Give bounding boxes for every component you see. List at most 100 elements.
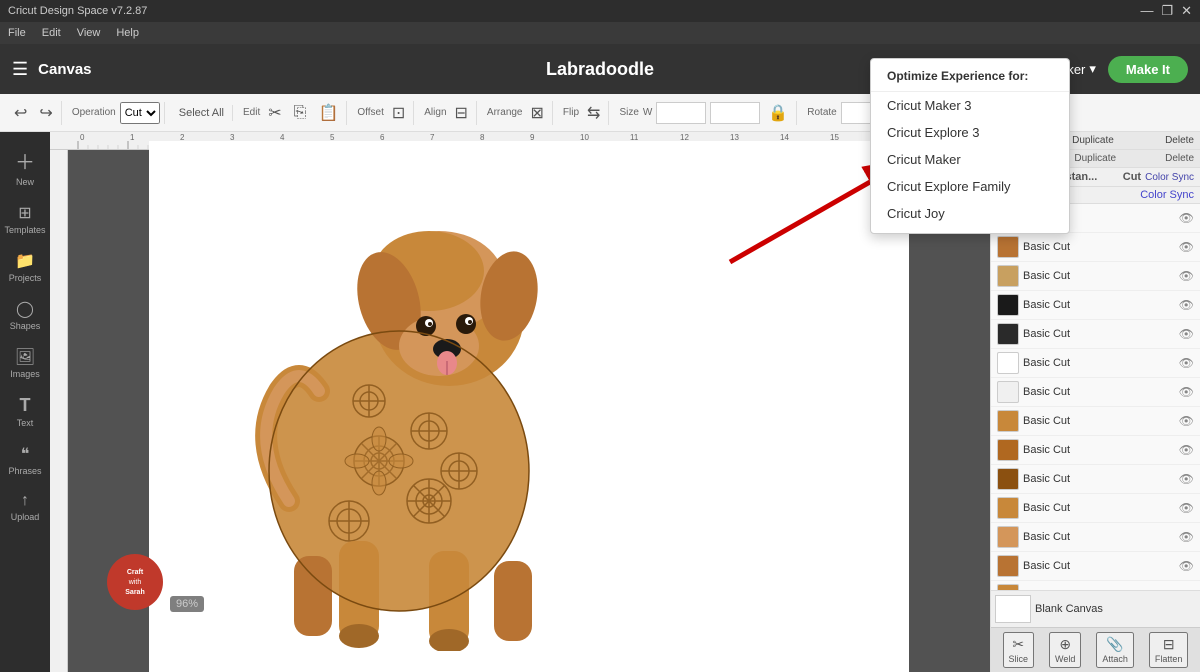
hamburger-btn[interactable]: ☰ [12,59,28,80]
machine-option[interactable]: Cricut Joy [871,200,1069,227]
layer-label: Basic Cut [1023,560,1175,572]
layer-item[interactable]: Basic Cut👁 [991,436,1200,465]
lock-proportions-btn[interactable]: 🔒 [764,101,792,125]
layer-item[interactable]: Basic Cut👁 [991,291,1200,320]
layer-visibility-icon[interactable]: 👁 [1179,530,1194,544]
layer-visibility-icon[interactable]: 👁 [1179,356,1194,370]
slice-action-btn[interactable]: ✂ Slice [1003,632,1035,668]
sidebar-item-templates[interactable]: ⊞ Templates [3,197,47,241]
sidebar-item-new[interactable]: ＋ New [3,140,47,193]
menu-help[interactable]: Help [116,27,139,39]
layer-visibility-icon[interactable]: 👁 [1179,414,1194,428]
size-label: Size [619,107,638,118]
machine-dropdown[interactable]: Optimize Experience for: Cricut Maker 3C… [870,58,1070,234]
weld-action-btn[interactable]: ⊕ Weld [1049,632,1081,668]
offset-group: Offset ⊡ [353,101,414,125]
layer-color-swatch [997,294,1019,316]
edit-label: Edit [243,107,260,118]
select-all-button[interactable]: Select All [175,105,228,121]
svg-text:Sarah: Sarah [125,589,144,596]
layer-item[interactable]: Basic Cut 👁 [991,523,1200,552]
flip-label: Flip [563,107,579,118]
menu-edit[interactable]: Edit [42,27,61,39]
copy-button[interactable]: ⎘ [290,102,311,124]
canvas-background[interactable] [68,150,990,672]
restore-btn[interactable]: ❐ [1161,3,1173,19]
sidebar-item-text[interactable]: T Text [3,389,47,434]
machine-option[interactable]: Cricut Maker [871,146,1069,173]
layer-item[interactable]: Basic Cut 👁 [991,320,1200,349]
machine-option[interactable]: Cricut Explore 3 [871,119,1069,146]
layer-item[interactable]: Basic Cut👁 [991,494,1200,523]
duplicate-button[interactable]: Duplicate [1072,135,1114,146]
machine-option[interactable]: Cricut Maker 3 [871,92,1069,119]
dog-image [229,161,569,651]
sidebar-item-images[interactable]: 🖼 Images [3,341,47,385]
canvas-area[interactable]: 01234567891011121314151617181920 [50,132,990,672]
arrange-button[interactable]: ⊠ [527,101,548,125]
delete-button[interactable]: Delete [1165,135,1194,146]
layer-visibility-icon[interactable]: 👁 [1179,269,1194,283]
layer-label: Basic Cut [1023,531,1175,543]
layer-visibility-icon[interactable]: 👁 [1179,501,1194,515]
arrange-label: Arrange [487,107,523,118]
offset-button[interactable]: ⊡ [388,101,409,125]
make-it-button[interactable]: Make It [1108,56,1188,83]
zoom-indicator: 96% [170,596,204,612]
height-input[interactable] [710,102,760,124]
flatten-action-btn[interactable]: ⊟ Flatten [1149,632,1189,668]
project-title: Labradoodle [546,59,654,80]
align-label: Align [424,107,446,118]
machine-option[interactable]: Cricut Explore Family [871,173,1069,200]
layer-color-swatch [997,323,1019,345]
layer-item[interactable]: Basic Cut👁 [991,581,1200,590]
svg-text:1: 1 [130,133,135,142]
white-canvas[interactable] [149,141,909,672]
app-title-text: Cricut Design Space v7.2.87 [8,5,147,17]
menu-file[interactable]: File [8,27,26,39]
layer-color-swatch [997,236,1019,258]
layer-visibility-icon[interactable]: 👁 [1179,385,1194,399]
minimize-btn[interactable]: — [1140,3,1153,19]
sidebar-item-projects[interactable]: 📁 Projects [3,245,47,289]
layer-label: Basic Cut [1023,328,1175,340]
redo-button[interactable]: ↪ [35,101,56,125]
panel-footer: Blank Canvas [991,590,1200,627]
layer-visibility-icon[interactable]: 👁 [1179,327,1194,341]
paste-button[interactable]: 📋 [314,101,342,125]
undo-button[interactable]: ↩ [10,101,31,125]
window-controls: — ❐ ✕ [1140,3,1192,19]
layer-visibility-icon[interactable]: 👁 [1179,472,1194,486]
layer-visibility-icon[interactable]: 👁 [1179,443,1194,457]
align-group: Align ⊟ [420,101,477,125]
layer-item[interactable]: Basic Cut👁 [991,378,1200,407]
layer-item[interactable]: Basic Cut👁 [991,262,1200,291]
align-button[interactable]: ⊟ [451,101,472,125]
layer-color-swatch [997,526,1019,548]
edit-button[interactable]: ✂ [264,101,285,125]
layer-item[interactable]: Basic Cut 👁 [991,552,1200,581]
layer-item[interactable]: Basic Cut👁 [991,407,1200,436]
close-btn[interactable]: ✕ [1181,3,1192,19]
sidebar-item-shapes[interactable]: ◯ Shapes [3,293,47,337]
blank-canvas-swatch [995,595,1031,623]
sidebar-item-upload[interactable]: ↑ Upload [3,486,47,528]
width-label: W [643,107,652,118]
layer-visibility-icon[interactable]: 👁 [1179,240,1194,254]
width-input[interactable] [656,102,706,124]
layer-visibility-icon[interactable]: 👁 [1179,211,1194,225]
operation-select[interactable]: Cut [120,102,160,124]
layer-item[interactable]: Basic Cut👁 [991,349,1200,378]
layer-visibility-icon[interactable]: 👁 [1179,298,1194,312]
menu-bar: File Edit View Help [0,22,1200,44]
color-sync-text[interactable]: Color Sync [1140,189,1194,201]
attach-action-btn[interactable]: 📎 Attach [1096,632,1134,668]
layer-item[interactable]: Basic Cut👁 [991,465,1200,494]
flip-button[interactable]: ⇆ [583,101,604,125]
layer-item[interactable]: Basic Cut👁 [991,233,1200,262]
sidebar-item-phrases[interactable]: ❝ Phrases [3,438,47,482]
svg-text:Craft: Craft [127,569,144,576]
layer-visibility-icon[interactable]: 👁 [1179,559,1194,573]
color-sync-button[interactable]: Color Sync [1145,172,1194,183]
menu-view[interactable]: View [77,27,101,39]
